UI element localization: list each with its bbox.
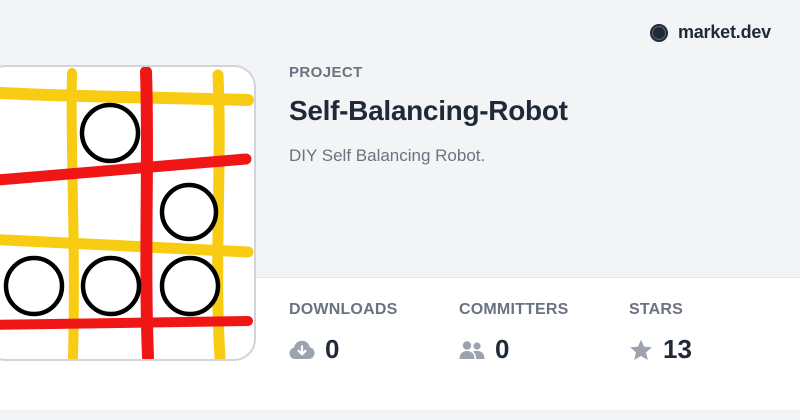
committers-label: COMMITTERS — [459, 301, 569, 318]
stars-stat: STARS 13 — [629, 301, 692, 365]
downloads-stat: DOWNLOADS 0 — [289, 301, 397, 365]
circle-logo-icon — [649, 23, 668, 42]
project-description: DIY Self Balancing Robot. — [289, 146, 486, 165]
committers-stat: COMMITTERS 0 — [459, 301, 569, 365]
footer-strip — [0, 410, 800, 420]
brand[interactable]: market.dev — [649, 22, 771, 43]
tic-tac-toe-grid-image — [0, 67, 254, 359]
project-thumbnail — [0, 65, 256, 361]
cloud-download-icon — [289, 340, 315, 359]
users-icon — [459, 340, 485, 359]
brand-name: market.dev — [677, 22, 771, 42]
stars-value: 13 — [663, 334, 692, 364]
star-icon — [630, 339, 652, 360]
stars-label: STARS — [629, 301, 684, 318]
project-title[interactable]: Self-Balancing-Robot — [289, 95, 568, 127]
committers-value: 0 — [495, 334, 510, 364]
project-kind-label: PROJECT — [289, 64, 363, 81]
downloads-value: 0 — [325, 334, 340, 364]
downloads-label: DOWNLOADS — [289, 301, 398, 318]
